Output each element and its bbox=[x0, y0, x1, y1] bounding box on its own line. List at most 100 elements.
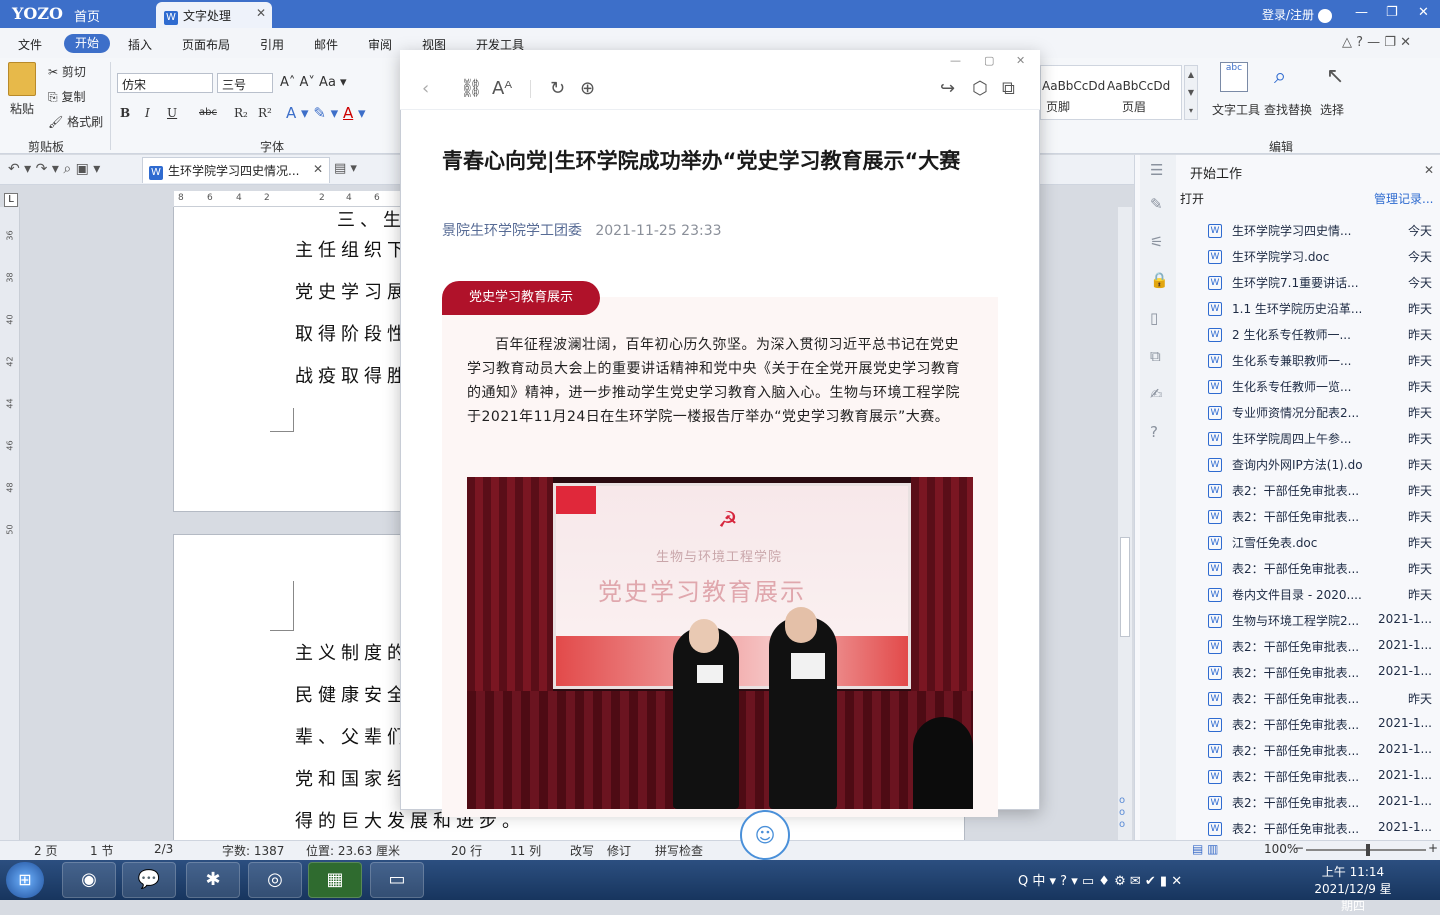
font-size-select[interactable]: 三号 bbox=[217, 73, 273, 93]
new-tab-icon[interactable]: ▤ ▾ bbox=[334, 161, 357, 176]
paste-icon[interactable] bbox=[8, 62, 36, 96]
cut-button[interactable]: ✂ 剪切 bbox=[48, 63, 86, 80]
recent-file-item[interactable]: W 表2：干部任免审批表... 昨天 bbox=[1208, 480, 1436, 506]
underline-button[interactable]: U bbox=[167, 106, 177, 120]
menu-insert[interactable]: 插入 bbox=[128, 36, 152, 53]
recent-file-item[interactable]: W 卷内文件目录 - 2020.... 昨天 bbox=[1208, 584, 1436, 610]
recent-file-item[interactable]: W 表2：干部任免审批表... 2021-1... bbox=[1208, 636, 1436, 662]
recent-file-item[interactable]: W 专业师资情况分配表2... 昨天 bbox=[1208, 402, 1436, 428]
image-viewer-icon[interactable]: ▦ bbox=[308, 862, 362, 898]
sliders-icon[interactable]: ⚟ bbox=[1150, 233, 1163, 251]
lock-icon[interactable]: 🔒 bbox=[1150, 271, 1169, 289]
clipboard-icon[interactable]: ▯ bbox=[1150, 309, 1158, 327]
recent-file-item[interactable]: W 生环学院学习四史情... 今天 bbox=[1208, 220, 1436, 246]
minimize-icon[interactable]: — bbox=[1355, 5, 1368, 20]
login-link[interactable]: 登录/注册 bbox=[1262, 6, 1332, 23]
recent-file-item[interactable]: W 生化系专兼职教师一... 昨天 bbox=[1208, 350, 1436, 376]
style-footer[interactable]: 页脚 bbox=[1046, 98, 1070, 115]
undo-redo-icons[interactable]: ↶ ▾ ↷ ▾ ⌕ ▣ ▾ bbox=[8, 161, 100, 177]
pencil-icon[interactable]: ✎ bbox=[1150, 195, 1163, 213]
recent-file-item[interactable]: W 表2：干部任免审批表... 2021-1... bbox=[1208, 714, 1436, 740]
home-tab[interactable]: 首页 bbox=[74, 6, 100, 25]
recent-file-item[interactable]: W 生环学院7.1重要讲话... 今天 bbox=[1208, 272, 1436, 298]
start-button[interactable]: ⊞ bbox=[6, 862, 44, 898]
recent-file-item[interactable]: W 表2：干部任免审批表... 昨天 bbox=[1208, 506, 1436, 532]
restore-icon[interactable]: ❐ bbox=[1386, 5, 1398, 20]
menu-review[interactable]: 审阅 bbox=[368, 36, 392, 53]
style-footer-sample[interactable]: AaBbCcDd bbox=[1042, 79, 1105, 93]
cube-icon[interactable]: ⬡ bbox=[972, 78, 988, 99]
share-icon[interactable]: ↪ bbox=[940, 78, 955, 99]
doc-tab[interactable]: W 生环学院学习四史情况... ✕ bbox=[142, 157, 330, 183]
app-circle-icon[interactable]: ◎ bbox=[248, 862, 302, 898]
paste-button[interactable]: 粘贴 bbox=[10, 100, 34, 117]
recent-file-item[interactable]: W 生环学院周四上午参... 昨天 bbox=[1208, 428, 1436, 454]
article-source[interactable]: 景院生环学院学工团委 bbox=[442, 223, 582, 239]
popup-minimize-icon[interactable]: — bbox=[950, 54, 961, 67]
font-name-select[interactable]: 仿宋 bbox=[117, 73, 213, 93]
view-mode-icons[interactable]: ▤ ▥ bbox=[1192, 842, 1219, 856]
recent-file-item[interactable]: W 1.1 生环学院历史沿革... 昨天 bbox=[1208, 298, 1436, 324]
superscript-button[interactable]: R² bbox=[258, 106, 272, 120]
doc-scrollbar[interactable] bbox=[1118, 207, 1132, 840]
recent-file-item[interactable]: W 江雪任免表.doc 昨天 bbox=[1208, 532, 1436, 558]
menu-lines-icon[interactable]: ☰ bbox=[1150, 161, 1163, 179]
font-grow-shrink-icon[interactable]: A˄ A˅ Aa ▾ bbox=[280, 75, 347, 90]
recent-file-item[interactable]: W 表2：干部任免审批表... 2021-1... bbox=[1208, 792, 1436, 818]
bold-button[interactable]: B bbox=[120, 106, 130, 120]
globe-icon[interactable]: ⊕ bbox=[580, 78, 595, 99]
style-gallery-scroll[interactable]: ▲ ▼ ▾ bbox=[1184, 65, 1198, 120]
edit-icon[interactable]: ✍ bbox=[1150, 385, 1163, 403]
browser-icon[interactable]: ◉ bbox=[62, 862, 116, 898]
recent-file-item[interactable]: W 表2：干部任免审批表... 2021-1... bbox=[1208, 766, 1436, 792]
popup-close-icon[interactable]: ✕ bbox=[1016, 54, 1025, 67]
menu-file[interactable]: 文件 bbox=[18, 36, 42, 53]
recent-file-item[interactable]: W 表2：干部任免审批表... 2021-1... bbox=[1208, 740, 1436, 766]
close-tab-icon[interactable]: ✕ bbox=[256, 6, 266, 20]
strikethrough-button[interactable]: abc bbox=[199, 107, 217, 118]
recent-file-item[interactable]: W 表2：干部任免审批表... 昨天 bbox=[1208, 688, 1436, 714]
recent-file-item[interactable]: W 生化系专任教师一览... 昨天 bbox=[1208, 376, 1436, 402]
ribbon-controls-icon[interactable]: △ ? — ❐ ✕ bbox=[1342, 35, 1411, 50]
chat-assistant-icon[interactable]: ☺ bbox=[740, 810, 790, 860]
close-pane-icon[interactable]: ✕ bbox=[1424, 163, 1434, 177]
menu-reference[interactable]: 引用 bbox=[260, 36, 284, 53]
style-header-sample[interactable]: AaBbCcDd bbox=[1107, 79, 1170, 93]
recent-file-item[interactable]: W 生物与环境工程学院2... 2021-1... bbox=[1208, 610, 1436, 636]
font-size-icon[interactable]: Aᴬ bbox=[492, 78, 512, 99]
close-doc-icon[interactable]: ✕ bbox=[313, 162, 323, 176]
menu-mail[interactable]: 邮件 bbox=[314, 36, 338, 53]
copy-icon[interactable]: ⧉ bbox=[1150, 347, 1161, 365]
tab-stop-selector[interactable]: L bbox=[4, 193, 18, 207]
back-icon[interactable]: ‹ bbox=[422, 78, 429, 99]
status-spell[interactable]: 拼写检查 bbox=[655, 842, 703, 859]
wechat-icon[interactable]: 💬 bbox=[122, 862, 176, 898]
link-icon[interactable]: ⛓ bbox=[460, 78, 483, 99]
scroll-thumb[interactable] bbox=[1120, 537, 1130, 637]
copy-button[interactable]: ⎘ 复制 bbox=[48, 88, 85, 105]
format-painter-button[interactable]: 🖌 格式刷 bbox=[48, 113, 103, 130]
zoom-in-icon[interactable]: + bbox=[1428, 841, 1438, 855]
refresh-icon[interactable]: ↻ bbox=[550, 78, 565, 99]
select-button[interactable]: 选择 bbox=[1320, 101, 1344, 118]
clock[interactable]: 上午 11:14 2021/12/9 星期四 bbox=[1310, 864, 1396, 915]
recent-file-item[interactable]: W 生环学院学习.doc 今天 bbox=[1208, 246, 1436, 272]
menu-start[interactable]: 开始 bbox=[64, 34, 110, 53]
help-icon[interactable]: ? bbox=[1150, 423, 1158, 441]
popup-maximize-icon[interactable]: ▢ bbox=[984, 54, 994, 67]
zoom-out-icon[interactable]: − bbox=[1294, 841, 1304, 855]
folder-icon[interactable]: ▭ bbox=[370, 862, 424, 898]
text-tools-button[interactable]: 文字工具 bbox=[1212, 101, 1260, 118]
recent-file-item[interactable]: W 2 生化系专任教师一... 昨天 bbox=[1208, 324, 1436, 350]
status-overtype[interactable]: 改写 bbox=[570, 842, 594, 859]
menu-page-layout[interactable]: 页面布局 bbox=[182, 36, 230, 53]
tab-word-processing[interactable]: W 文字处理 ✕ bbox=[156, 2, 272, 28]
style-header[interactable]: 页眉 bbox=[1122, 98, 1146, 115]
system-tray[interactable]: Q 中 ▾ ? ▾ ▭ ♦ ⚙ ✉ ✔ ▮ ✕ bbox=[1018, 870, 1182, 889]
recent-file-item[interactable]: W 表2：干部任免审批表... 昨天 bbox=[1208, 558, 1436, 584]
mini-window-icon[interactable]: ⧉ bbox=[1002, 78, 1015, 99]
find-replace-button[interactable]: 查找替换 bbox=[1264, 101, 1312, 118]
app-star-icon[interactable]: ✱ bbox=[186, 862, 240, 898]
recent-file-item[interactable]: W 表2：干部任免审批表... 2021-1... bbox=[1208, 662, 1436, 688]
subscript-button[interactable]: R₂ bbox=[234, 106, 248, 120]
